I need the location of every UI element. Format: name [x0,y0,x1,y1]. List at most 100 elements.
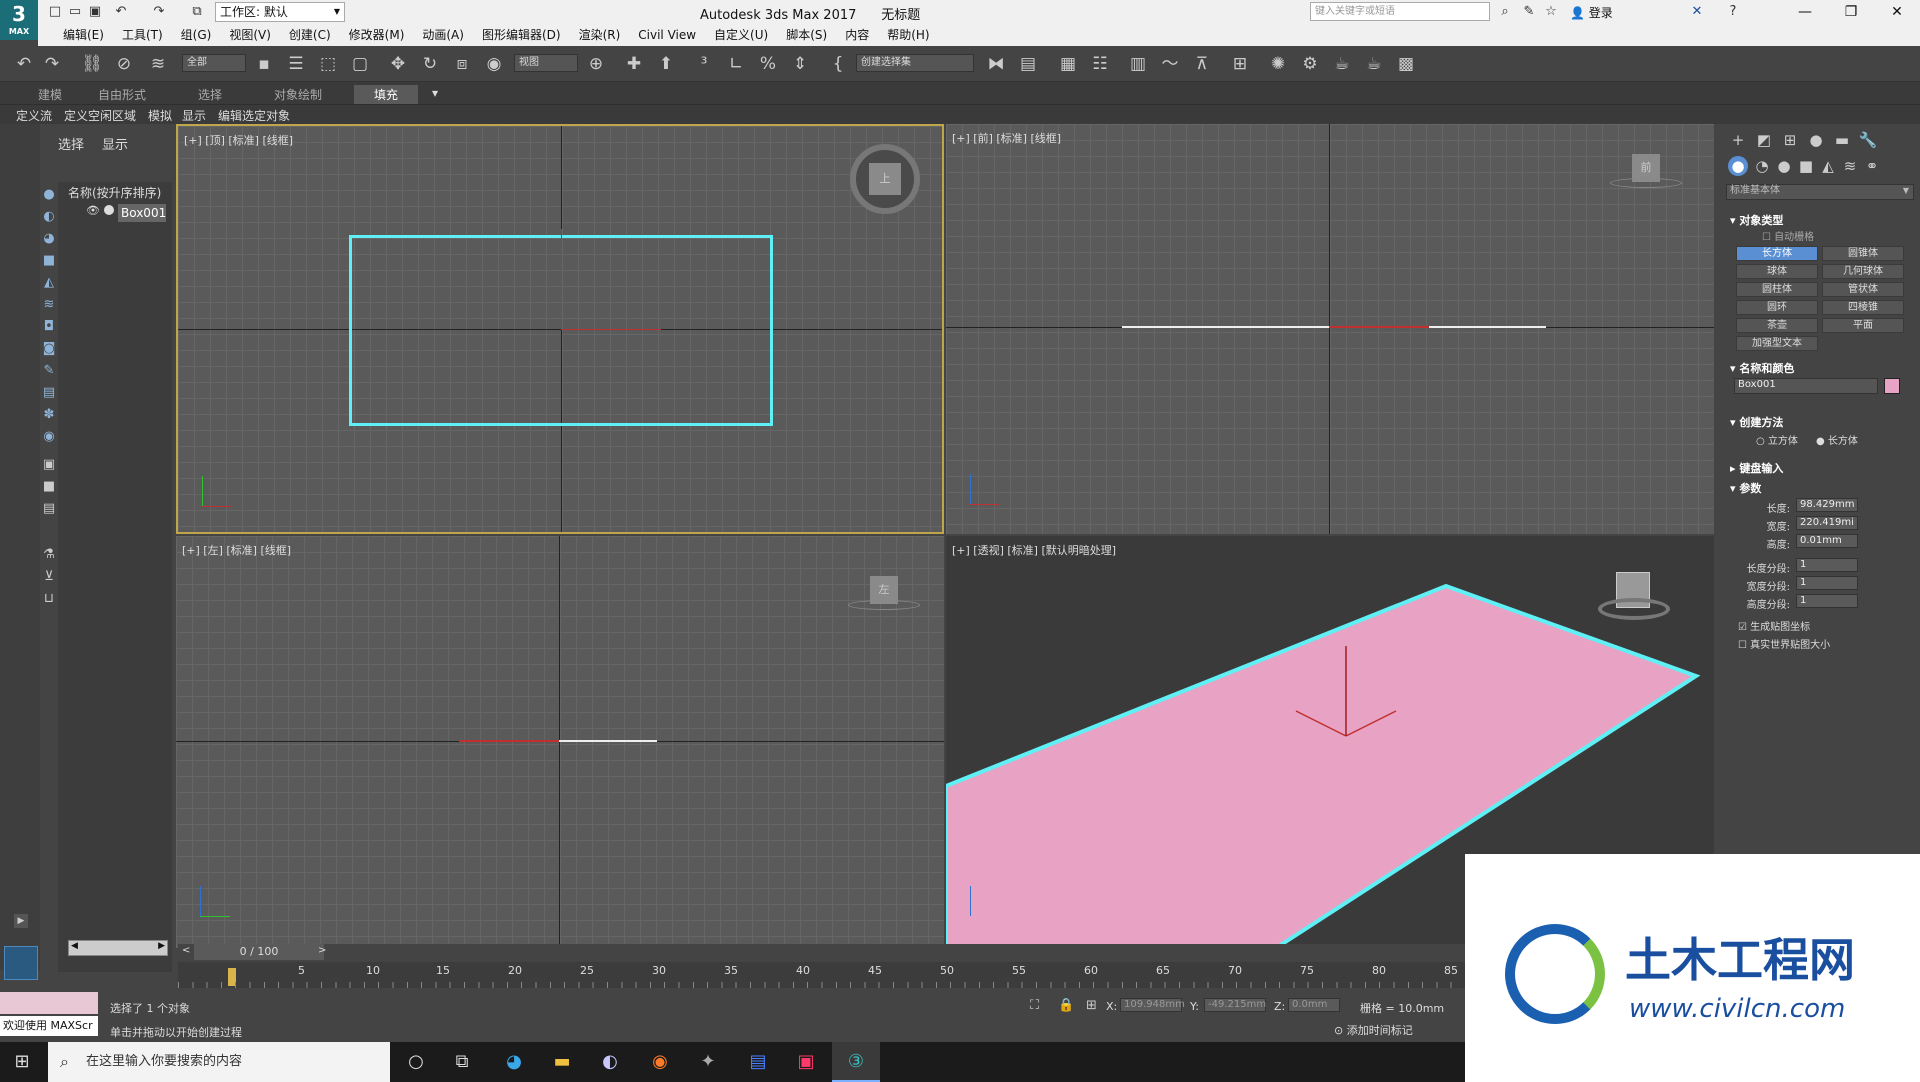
display-lights-icon[interactable]: ■ [40,252,58,270]
x-coordinate-input[interactable]: 109.948mm [1120,998,1185,1012]
display-bones-icon[interactable]: ▤ [40,384,58,402]
category-dropdown[interactable]: 标准基本体 ▼ [1726,184,1914,200]
angle-snap-icon[interactable]: ∟ [724,52,748,76]
add-time-tag[interactable]: ⊙ 添加时间标记 [1334,1022,1413,1038]
gen-mapping-checkbox[interactable]: ☑ 生成贴图坐标 [1738,618,1810,633]
bind-spacewarp-icon[interactable]: ≋ [146,52,170,76]
explorer-tab-select[interactable]: 选择 [58,134,84,153]
render-production-icon[interactable]: ☕ [1362,52,1386,76]
keyboard-shortcut-icon[interactable]: ⬆ [654,52,678,76]
menu-modifiers[interactable]: 修改器(M) [340,24,414,46]
tab-modeling[interactable]: 建模 [38,86,62,103]
helpers-icon[interactable]: ◭ [1818,156,1838,176]
simulate-button[interactable]: 模拟 [148,107,172,124]
edge-icon[interactable]: ◕ [502,1050,526,1074]
visibility-eye-icon[interactable]: 👁 [86,204,100,217]
save-icon[interactable]: ▣ [86,3,104,21]
scene-explorer-icon[interactable]: ☷ [1088,52,1112,76]
rollout-creation-method[interactable]: ▾ 创建方法 [1730,414,1783,430]
reference-coordinate-dropdown[interactable]: 视图 [514,54,578,72]
explorer-scrollbar[interactable]: ◀ ▶ [68,940,168,956]
viewcube[interactable]: 左 [848,576,920,610]
spinner-snap-icon[interactable]: ⇕ [788,52,812,76]
app2-icon[interactable]: ✦ [696,1050,720,1074]
align-icon[interactable]: ▤ [1016,52,1040,76]
viewcube[interactable]: 上 [850,144,920,214]
display-particles-icon[interactable]: ✽ [40,406,58,424]
plane-button[interactable]: 平面 [1822,318,1904,333]
redo-icon[interactable]: ↷ [40,52,64,76]
percent-snap-icon[interactable]: % [756,52,780,76]
select-object-icon[interactable]: ▪ [252,52,276,76]
ribbon-toggle-icon[interactable]: ▥ [1126,52,1150,76]
radio-cube[interactable]: ○ 立方体 [1756,432,1798,447]
tab-populate[interactable]: 填充 [354,85,419,104]
move-icon[interactable]: ✥ [386,52,410,76]
edit-named-selection-icon[interactable]: { [826,52,850,76]
cameras-icon[interactable]: ■ [1796,156,1816,176]
menu-create[interactable]: 创建(C) [280,24,340,46]
snaps-toggle-icon[interactable]: ³ [692,52,716,76]
frame-counter[interactable]: 0 / 100 [194,944,324,960]
y-coordinate-input[interactable]: -49.215mm [1204,998,1266,1012]
named-selection-dropdown[interactable]: 创建选择集 [856,54,974,72]
shapes-icon[interactable]: ◔ [1752,156,1772,176]
object-name-input[interactable]: Box001 [1734,378,1878,394]
close-button[interactable]: ✕ [1874,0,1920,24]
length-segs-spinner[interactable]: 1 [1796,558,1858,572]
selection-filter-dropdown[interactable]: 全部 [182,54,246,72]
real-world-map-checkbox[interactable]: ☐ 真实世界贴图大小 [1738,636,1830,651]
modify-tab-icon[interactable]: ◩ [1754,130,1774,150]
menu-content[interactable]: 内容 [836,24,878,46]
open-file-icon[interactable]: ▭ [66,3,84,21]
tab-selection[interactable]: 选择 [198,86,222,103]
systems-icon[interactable]: ⚭ [1862,156,1882,176]
menu-edit[interactable]: 编辑(E) [54,24,113,46]
display-spacewarps-icon[interactable]: ◘ [40,318,58,336]
display-cameras-icon[interactable]: ◭ [40,274,58,292]
display-button[interactable]: 显示 [182,107,206,124]
torus-button[interactable]: 圆环 [1736,300,1818,315]
rendered-frame-icon[interactable]: ☕ [1330,52,1354,76]
rollout-parameters[interactable]: ▾ 参数 [1730,480,1761,496]
cortana-icon[interactable]: ○ [404,1050,428,1074]
rollout-name-color[interactable]: ▾ 名称和颜色 [1730,360,1794,376]
isolate-icon[interactable]: ⛶ [1030,998,1039,1013]
unlink-icon[interactable]: ⊘ [112,52,136,76]
login-link[interactable]: 👤 登录 [1570,4,1613,21]
box-button[interactable]: 长方体 [1736,246,1818,261]
motion-tab-icon[interactable]: ● [1806,130,1826,150]
app3-icon[interactable]: ▣ [794,1050,818,1074]
render-cloud-icon[interactable]: ▩ [1394,52,1418,76]
edit-selected-button[interactable]: 编辑选定对象 [218,107,290,124]
viewport-front-label[interactable]: [+] [前] [标准] [线框] [952,130,1061,146]
absolute-mode-icon[interactable]: ⊞ [1086,998,1097,1013]
width-spinner[interactable]: 220.419mi [1796,516,1858,530]
display-groups-icon[interactable]: ◙ [40,340,58,358]
layer-manager-icon[interactable]: ▦ [1056,52,1080,76]
expand-arrow-icon[interactable]: ▶ [14,914,28,928]
select-by-name-icon[interactable]: ☰ [284,52,308,76]
radio-box[interactable]: ● 长方体 [1816,432,1858,447]
textplus-button[interactable]: 加强型文本 [1736,336,1818,351]
viewport-top[interactable]: [+] [顶] [标准] [线框] 上 [176,124,944,534]
project-icon[interactable]: ⧉ [188,3,206,21]
autogrid-checkbox[interactable]: ☐ 自动栅格 [1762,228,1814,243]
app-logo[interactable]: 3 MAX [0,0,38,40]
display-geometry-icon[interactable]: ◐ [40,208,58,226]
maxscript-mini-listener[interactable]: 欢迎使用 MAXScr [0,1016,98,1036]
viewport-top-label[interactable]: [+] [顶] [标准] [线框] [184,132,293,148]
new-file-icon[interactable]: □ [46,3,64,21]
display-all-icon[interactable]: ■ [40,478,58,496]
search-input[interactable]: 键入关键字或短语 [1310,2,1490,21]
help-icon[interactable]: ? [1724,3,1742,21]
menu-views[interactable]: 视图(V) [220,24,280,46]
menu-graph-editors[interactable]: 图形编辑器(D) [473,24,570,46]
windows-start-icon[interactable]: ⊞ [10,1050,34,1074]
display-none-icon[interactable]: ● [40,186,58,204]
star-icon[interactable]: ☆ [1542,3,1560,21]
geosphere-button[interactable]: 几何球体 [1822,264,1904,279]
place-icon[interactable]: ◉ [482,52,506,76]
height-spinner[interactable]: 0.01mm [1796,534,1858,548]
window-crossing-icon[interactable]: ▢ [348,52,372,76]
